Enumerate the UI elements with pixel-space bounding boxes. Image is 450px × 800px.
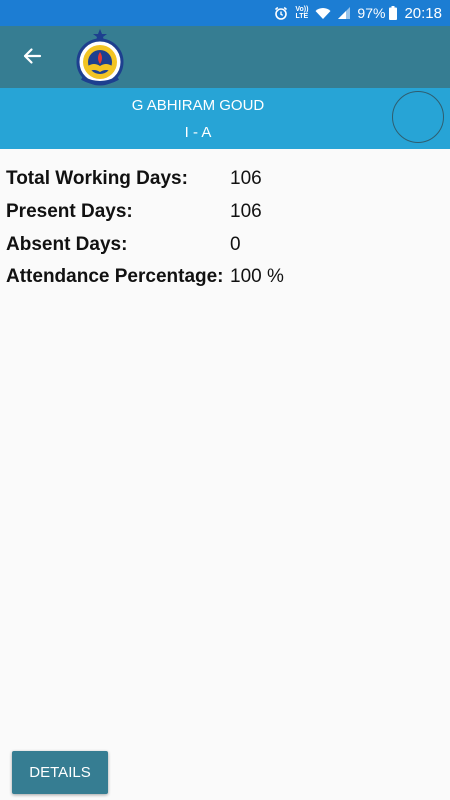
stat-row-present-days: Present Days: 106 (6, 196, 284, 229)
signal-icon (338, 7, 351, 19)
school-logo (76, 29, 124, 86)
battery-percentage: 97% (357, 5, 386, 21)
stat-value: 106 (230, 168, 262, 190)
attendance-summary: Total Working Days: 106 Present Days: 10… (6, 163, 284, 294)
back-button[interactable] (14, 38, 50, 74)
student-name: G ABHIRAM GOUD (131, 97, 265, 114)
battery-icon (389, 6, 398, 20)
volte-indicator: Vo)) LTE (295, 6, 309, 20)
stat-row-absent-days: Absent Days: 0 (6, 228, 284, 261)
stat-label: Total Working Days: (6, 168, 188, 190)
stat-label: Present Days: (6, 201, 133, 223)
arrow-back-icon (23, 48, 42, 64)
stat-value: 0 (230, 233, 241, 255)
stat-label: Attendance Percentage: (6, 266, 224, 288)
clock: 20:18 (404, 4, 442, 22)
student-class: I - A (184, 124, 212, 141)
avatar[interactable] (392, 91, 444, 143)
stat-row-total-working-days: Total Working Days: 106 (6, 163, 284, 196)
stat-value: 106 (230, 201, 262, 223)
status-bar: Vo)) LTE 97% 20:18 (0, 0, 450, 26)
stat-row-attendance-percentage: Attendance Percentage: 100 % (6, 261, 284, 294)
details-button[interactable]: DETAILS (12, 751, 108, 794)
wifi-icon (315, 7, 331, 20)
stat-label: Absent Days: (6, 233, 128, 255)
student-header: G ABHIRAM GOUD I - A (0, 88, 450, 149)
stat-value: 100 % (230, 266, 284, 288)
app-bar (0, 26, 450, 88)
alarm-icon (274, 6, 288, 20)
